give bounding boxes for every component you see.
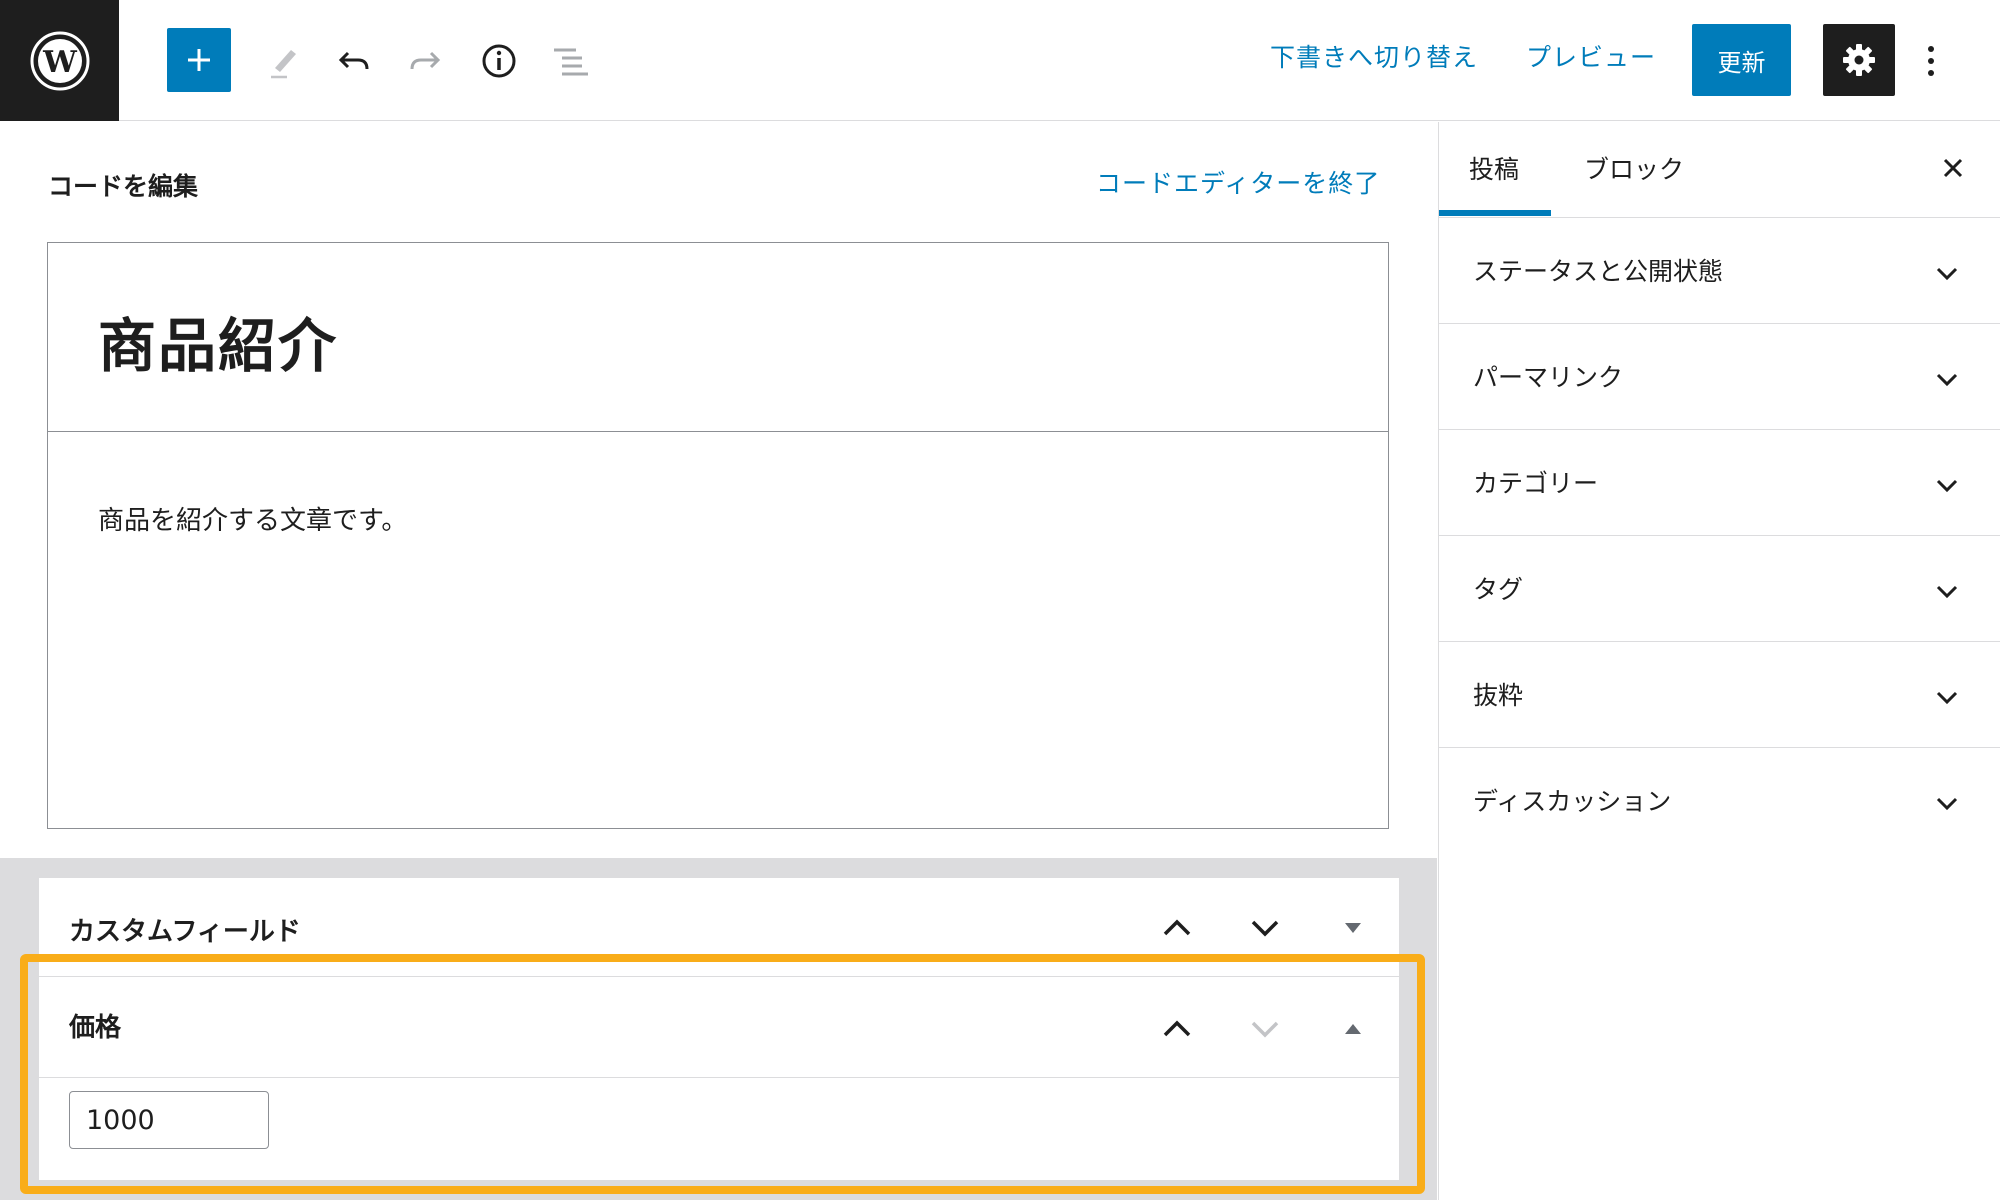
wordpress-logo-icon: W (30, 31, 89, 90)
gear-icon (1843, 44, 1875, 76)
price-toggle-button[interactable] (1331, 1007, 1375, 1051)
redo-icon (410, 51, 441, 70)
chevron-up-icon (1163, 919, 1191, 936)
post-title-field[interactable]: 商品紹介 (47, 242, 1389, 432)
custom-fields-move-up-button[interactable] (1155, 906, 1199, 950)
tab-post[interactable]: 投稿 (1469, 150, 1519, 186)
chevron-down-icon (1251, 920, 1279, 937)
sidebar-panel-label: パーマリンク (1473, 363, 1624, 392)
sidebar-tabs: 投稿 ブロック (1439, 122, 2000, 218)
price-panel: 価格 (39, 976, 1399, 1180)
close-icon (1943, 158, 1963, 178)
price-move-down-button[interactable] (1243, 1007, 1287, 1051)
chevron-down-icon (1925, 252, 1969, 296)
custom-fields-move-down-button[interactable] (1243, 906, 1287, 950)
preview-link[interactable]: プレビュー (1526, 38, 1656, 74)
post-title-text: 商品紹介 (98, 312, 339, 380)
sidebar-panel-tags[interactable]: タグ (1439, 536, 2000, 642)
active-tab-indicator (1439, 210, 1551, 216)
details-button[interactable] (474, 36, 524, 86)
chevron-down-icon (1925, 676, 1969, 720)
sidebar-panel-excerpt[interactable]: 抜粋 (1439, 642, 2000, 748)
sidebar-panel-discussion[interactable]: ディスカッション (1439, 748, 2000, 854)
chevron-down-icon (1925, 358, 1969, 402)
custom-fields-panel: カスタムフィールド (39, 878, 1399, 976)
chevron-down-icon (1925, 782, 1969, 826)
tools-button[interactable] (258, 36, 308, 86)
sidebar-panel-label: ディスカッション (1473, 787, 1672, 816)
sidebar-panel-label: ステータスと公開状態 (1473, 257, 1724, 286)
chevron-down-icon (1251, 1021, 1279, 1038)
update-button[interactable]: 更新 (1692, 24, 1791, 96)
plus-icon (188, 49, 210, 71)
caret-up-icon (1345, 1024, 1361, 1034)
list-view-button[interactable] (545, 36, 595, 86)
sidebar-panel-categories[interactable]: カテゴリー (1439, 430, 2000, 536)
price-input[interactable] (69, 1091, 269, 1149)
code-editor-heading: コードを編集 (48, 172, 199, 201)
close-sidebar-button[interactable] (1931, 146, 1975, 190)
price-panel-divider (39, 1077, 1399, 1078)
info-icon (482, 44, 516, 78)
sidebar-panel-permalink[interactable]: パーマリンク (1439, 324, 2000, 430)
caret-down-icon (1345, 923, 1361, 933)
chevron-down-icon (1925, 570, 1969, 614)
sidebar-panel-status[interactable]: ステータスと公開状態 (1439, 218, 2000, 324)
sidebar-panel-label: カテゴリー (1473, 469, 1599, 498)
chevron-down-icon (1925, 464, 1969, 508)
post-content-textarea[interactable]: 商品を紹介する文章です。 (47, 431, 1389, 829)
more-vertical-icon (1928, 46, 1934, 76)
sidebar-panel-label: 抜粋 (1473, 681, 1524, 710)
price-move-up-button[interactable] (1155, 1007, 1199, 1051)
custom-fields-toggle-button[interactable] (1331, 906, 1375, 950)
add-block-button[interactable] (167, 28, 231, 92)
post-content-text: 商品を紹介する文章です。 (98, 506, 408, 536)
sidebar-panel-label: タグ (1473, 575, 1524, 604)
list-view-icon (554, 48, 588, 76)
svg-text:W: W (42, 45, 78, 80)
wordpress-logo-button[interactable]: W (0, 0, 119, 121)
custom-fields-title[interactable]: カスタムフィールド (69, 911, 301, 948)
price-panel-title[interactable]: 価格 (69, 1007, 121, 1044)
tab-block[interactable]: ブロック (1584, 150, 1684, 186)
pencil-icon (271, 50, 296, 79)
chevron-up-icon (1163, 1020, 1191, 1037)
undo-button[interactable] (329, 36, 379, 86)
editor-header: W 下書きへ切り替え プレビュー 更新 (0, 0, 2000, 121)
more-options-button[interactable] (1916, 36, 1946, 86)
settings-sidebar: 投稿 ブロック ステータスと公開状態 パーマリンク カテゴリー タグ 抜粋 ディ… (1438, 122, 2000, 1200)
settings-button[interactable] (1823, 24, 1895, 96)
exit-code-editor-link[interactable]: コードエディターを終了 (1096, 164, 1380, 200)
redo-button[interactable] (400, 36, 450, 86)
switch-to-draft-link[interactable]: 下書きへ切り替え (1270, 38, 1478, 74)
undo-icon (338, 51, 369, 70)
